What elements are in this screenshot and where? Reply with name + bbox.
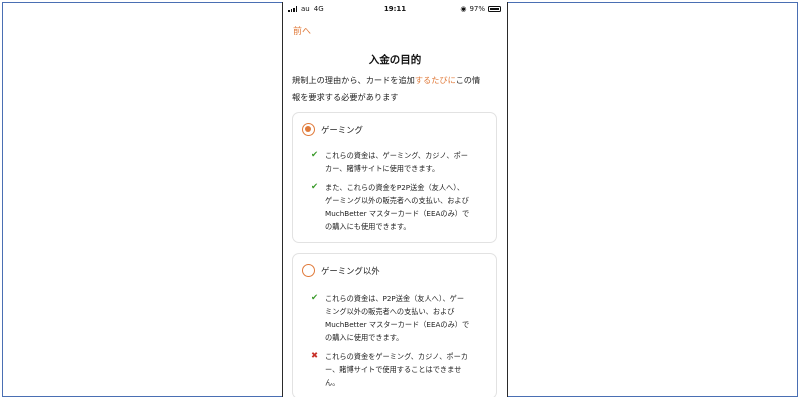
check-icon: ✔: [311, 150, 319, 160]
option-gaming[interactable]: ゲーミング: [302, 123, 363, 136]
battery-percent: 97%: [469, 5, 485, 13]
option-label: ゲーミング以外: [321, 265, 380, 276]
battery-icon: [488, 6, 501, 12]
detail-item: ✔ これらの資金は、ゲーミング、カジノ、ポー カー、賭博サイトに使用できます。: [311, 149, 488, 175]
intro-highlight: するたびに: [414, 75, 456, 85]
cross-icon: ✖: [311, 351, 319, 361]
option-details: ✔ これらの資金は、ゲーミング、カジノ、ポー カー、賭博サイトに使用できます。 …: [311, 149, 488, 239]
intro-text: 規制上の理由から、カードを追加するたびにこの情 報を要求する必要があります: [292, 72, 499, 106]
option-card-gaming[interactable]: ゲーミング ✔ これらの資金は、ゲーミング、カジノ、ポー カー、賭博サイトに使用…: [292, 112, 497, 243]
option-label: ゲーミング: [321, 124, 363, 135]
status-right: ◉ 97%: [460, 5, 501, 13]
check-icon: ✔: [311, 182, 319, 192]
option-non-gaming[interactable]: ゲーミング以外: [302, 264, 380, 277]
detail-item: ✔ これらの資金は、P2P送金（友人へ）、ゲー ミング以外の販売者への支払い、お…: [311, 292, 488, 344]
location-icon: ◉: [460, 5, 467, 13]
page-title: 入金の目的: [368, 54, 422, 66]
intro-line2: 報を要求する必要があります: [292, 92, 399, 102]
status-bar: au 4G 19:11 ◉ 97%: [283, 2, 507, 16]
radio-unselected-icon[interactable]: [302, 264, 315, 277]
detail-item: ✔ また、これらの資金をP2P送金（友人へ）、 ゲーミング以外の販売者への支払い…: [311, 181, 488, 233]
radio-selected-icon[interactable]: [302, 123, 315, 136]
option-details: ✔ これらの資金は、P2P送金（友人へ）、ゲー ミング以外の販売者への支払い、お…: [311, 292, 488, 395]
phone-screen: au 4G 19:11 ◉ 97% 前へ 入金の目的 規制上の理由から、カードを…: [282, 2, 508, 397]
detail-text: これらの資金は、ゲーミング、カジノ、ポー カー、賭博サイトに使用できます。: [325, 151, 468, 173]
detail-text: これらの資金は、P2P送金（友人へ）、ゲー ミング以外の販売者への支払い、および…: [325, 294, 470, 342]
back-button[interactable]: 前へ: [293, 24, 311, 37]
intro-line1-prefix: 規制上の理由から、カードを追加: [292, 75, 415, 85]
option-card-non-gaming[interactable]: ゲーミング以外 ✔ これらの資金は、P2P送金（友人へ）、ゲー ミング以外の販売…: [292, 253, 497, 397]
detail-text: これらの資金をゲーミング、カジノ、ポーカ ー、賭博サイトで使用することはできませ…: [325, 352, 468, 387]
detail-item: ✖ これらの資金をゲーミング、カジノ、ポーカ ー、賭博サイトで使用することはでき…: [311, 350, 488, 389]
check-icon: ✔: [311, 293, 319, 303]
intro-line1-suffix: この情: [455, 75, 481, 85]
detail-text: また、これらの資金をP2P送金（友人へ）、 ゲーミング以外の販売者への支払い、お…: [325, 183, 470, 231]
